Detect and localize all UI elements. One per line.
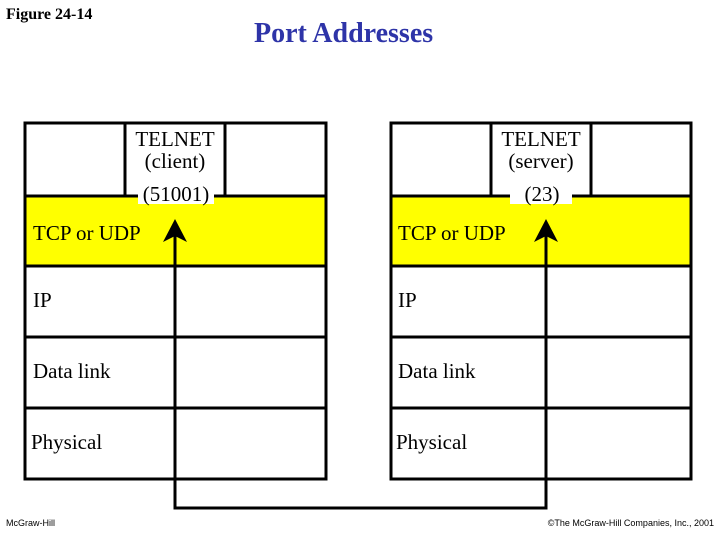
connection-line (173, 232, 548, 510)
client-layer-ip: IP (33, 288, 52, 312)
server-layer-transport: TCP or UDP (398, 221, 506, 245)
server-app-role: (server) (508, 149, 573, 173)
server-layer-datalink: Data link (398, 359, 476, 383)
client-app-name: TELNET (135, 127, 214, 151)
server-stack: TELNET (server) (23) TCP or UDP IP Data … (389, 121, 693, 481)
client-layer-datalink: Data link (33, 359, 111, 383)
server-app-name: TELNET (501, 127, 580, 151)
server-layer-physical: Physical (396, 430, 467, 454)
client-port-number: (51001) (143, 182, 210, 206)
server-port-number: (23) (525, 182, 560, 206)
client-layer-physical: Physical (31, 430, 102, 454)
server-stack-outline (389, 121, 693, 481)
footer-copyright: ©The McGraw-Hill Companies, Inc., 2001 (547, 518, 714, 528)
client-layer-transport: TCP or UDP (33, 221, 141, 245)
client-app-role: (client) (145, 149, 206, 173)
port-address-diagram: TELNET (client) (51001) TCP or UDP IP Da… (23, 121, 693, 510)
server-layer-ip: IP (398, 288, 417, 312)
footer-publisher: McGraw-Hill (6, 518, 55, 528)
